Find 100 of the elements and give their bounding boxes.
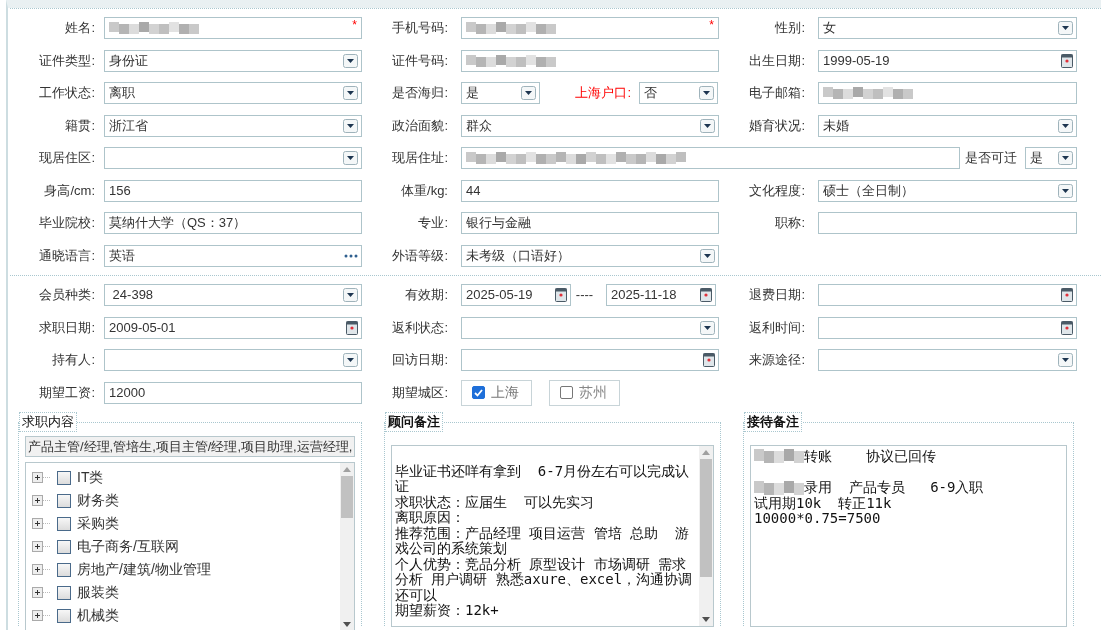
select-field[interactable]: 是 xyxy=(461,82,540,104)
select-field[interactable]: 离职 xyxy=(104,82,362,104)
notes-area[interactable]: 毕业证书还咩有拿到 6-7月份左右可以完成认证 求职状态：应届生 可以先实习 离职原因： 推荐范围：产品经理 项目运营 管培 总助 游戏公司的系统策划 个人优势：竞品分析 原型设计 市场调研 需求分析 用户调研 熟悉axure、excel，沟通协调还可以 期望薪资：12k+ xyxy=(391,445,714,627)
panel-title: 顾问备注 xyxy=(385,412,443,432)
expand-icon[interactable] xyxy=(32,610,51,621)
select-field[interactable]: 未考级（口语好） xyxy=(461,244,719,267)
checkbox[interactable] xyxy=(57,539,71,554)
field-label: 退费日期: xyxy=(748,286,806,304)
field-label: 返利时间: xyxy=(748,318,806,337)
expand-icon[interactable] xyxy=(32,564,51,575)
select-field[interactable]: 群众 xyxy=(461,114,719,137)
field-label: 现居住址: xyxy=(391,149,449,167)
field-label: 是否可迁 xyxy=(964,149,1018,167)
text-field[interactable] xyxy=(818,212,1077,234)
city-checkbox[interactable]: 上海 xyxy=(461,379,532,406)
field-label: 回访日期: xyxy=(391,351,449,369)
tree-item[interactable]: 采购类 xyxy=(77,514,119,533)
select-field[interactable] xyxy=(104,349,362,371)
checkbox[interactable] xyxy=(57,562,71,577)
field-label: 籍贯: xyxy=(64,116,96,135)
expand-icon[interactable] xyxy=(32,541,51,552)
text-field[interactable] xyxy=(461,49,719,72)
select-field[interactable]: 身份证 xyxy=(104,49,362,72)
note-text: 求职状态：应届生 可以先实习 xyxy=(395,494,594,510)
text-field[interactable]: * xyxy=(461,17,719,39)
select-field[interactable]: 是 xyxy=(1025,147,1077,169)
text-field[interactable] xyxy=(818,82,1077,104)
lookup-field[interactable]: 英语 xyxy=(104,244,362,267)
checkbox[interactable] xyxy=(57,585,71,600)
city-checkbox[interactable]: 苏州 xyxy=(549,379,620,406)
select-field[interactable]: 否 xyxy=(639,82,718,104)
notes-area[interactable]: 转账 协议已回传 录用 产品专员 6-9入职 试用期10k 转正11k 10000*0.75=7500 xyxy=(750,445,1067,627)
note-text: 10000*0.75=7500 xyxy=(754,511,881,527)
select-field[interactable]: 浙江省 xyxy=(104,114,362,137)
select-field[interactable]: 24-398 xyxy=(104,284,362,306)
tree-item[interactable]: 机械类 xyxy=(77,606,119,625)
tree-item[interactable]: 房地产/建筑/物业管理 xyxy=(77,560,211,579)
selection-field[interactable]: 产品主管/经理,管培生,项目主管/经理,项目助理,运营经理, xyxy=(25,436,355,457)
scrollbar[interactable] xyxy=(699,446,713,626)
field-label: 出生日期: xyxy=(748,51,806,70)
text-field[interactable]: 12000 xyxy=(104,381,362,404)
select-field[interactable] xyxy=(104,147,362,169)
note-text: 离职原因： xyxy=(395,510,465,526)
tree-item[interactable]: 电子商务/互联网 xyxy=(77,537,179,556)
calendar-icon[interactable] xyxy=(1061,288,1073,302)
field-label: 体重/kg: xyxy=(400,181,449,200)
select-field[interactable] xyxy=(818,349,1077,371)
calendar-icon[interactable] xyxy=(346,320,358,335)
checkbox[interactable] xyxy=(57,608,71,623)
date-field[interactable]: 2025-11-18 xyxy=(606,284,716,306)
expand-icon[interactable] xyxy=(32,472,51,483)
expand-icon[interactable] xyxy=(32,495,51,506)
checkbox[interactable] xyxy=(57,516,71,531)
scrollbar-thumb[interactable] xyxy=(341,476,353,518)
scrollbar-thumb[interactable] xyxy=(700,459,712,577)
select-field[interactable]: 女 xyxy=(818,17,1077,39)
field-label: 现居住区: xyxy=(38,149,96,167)
tree-item[interactable]: 财务类 xyxy=(77,491,119,510)
field-label: 工作状态: xyxy=(38,84,96,102)
date-field[interactable]: 1999-05-19 xyxy=(818,49,1077,72)
select-field[interactable] xyxy=(461,316,719,339)
date-field[interactable] xyxy=(461,349,719,371)
checkbox[interactable] xyxy=(57,493,71,508)
calendar-icon[interactable] xyxy=(555,288,567,302)
text-field[interactable]: * xyxy=(104,17,362,39)
calendar-icon[interactable] xyxy=(703,353,715,367)
field-label: 专业: xyxy=(417,214,449,232)
note-text: 推荐范围：产品经理 项目运营 管培 总助 游戏公司的系统策划 xyxy=(395,525,691,557)
scroll-down-icon[interactable] xyxy=(702,617,710,622)
field-label: 是否海归: xyxy=(391,84,449,102)
calendar-icon[interactable] xyxy=(1061,320,1073,335)
text-field[interactable]: 莫纳什大学（QS：37） xyxy=(104,212,362,234)
field-label: 求职日期: xyxy=(38,318,96,337)
text-field[interactable]: 银行与金融 xyxy=(461,212,719,234)
text-field[interactable]: 156 xyxy=(104,179,362,202)
scroll-down-icon[interactable] xyxy=(343,622,351,627)
field-label: 身高/cm: xyxy=(43,181,96,200)
date-field[interactable] xyxy=(818,284,1077,306)
select-field[interactable]: 未婚 xyxy=(818,114,1077,137)
field-label: 会员种类: xyxy=(38,286,96,304)
required-mark: * xyxy=(709,19,714,31)
date-field[interactable] xyxy=(818,316,1077,339)
field-label: 手机号码: xyxy=(391,19,449,37)
field-label: 期望工资: xyxy=(38,383,96,402)
expand-icon[interactable] xyxy=(32,587,51,598)
more-icon[interactable] xyxy=(344,253,358,258)
field-label: 外语等级: xyxy=(391,246,449,265)
select-field[interactable]: 硕士（全日制） xyxy=(818,179,1077,202)
date-field[interactable]: 2009-05-01 xyxy=(104,316,362,339)
expand-icon[interactable] xyxy=(32,518,51,529)
scrollbar[interactable] xyxy=(340,463,354,630)
text-field[interactable]: 44 xyxy=(461,179,719,202)
tree-item[interactable]: 服装类 xyxy=(77,583,119,602)
calendar-icon[interactable] xyxy=(1061,53,1073,68)
tree-item[interactable]: IT类 xyxy=(77,468,104,487)
checkbox[interactable] xyxy=(57,470,71,485)
date-field[interactable]: 2025-05-19 xyxy=(461,284,571,306)
text-field[interactable] xyxy=(461,147,960,169)
calendar-icon[interactable] xyxy=(700,288,712,302)
field-label: 上海户口: xyxy=(574,84,632,102)
